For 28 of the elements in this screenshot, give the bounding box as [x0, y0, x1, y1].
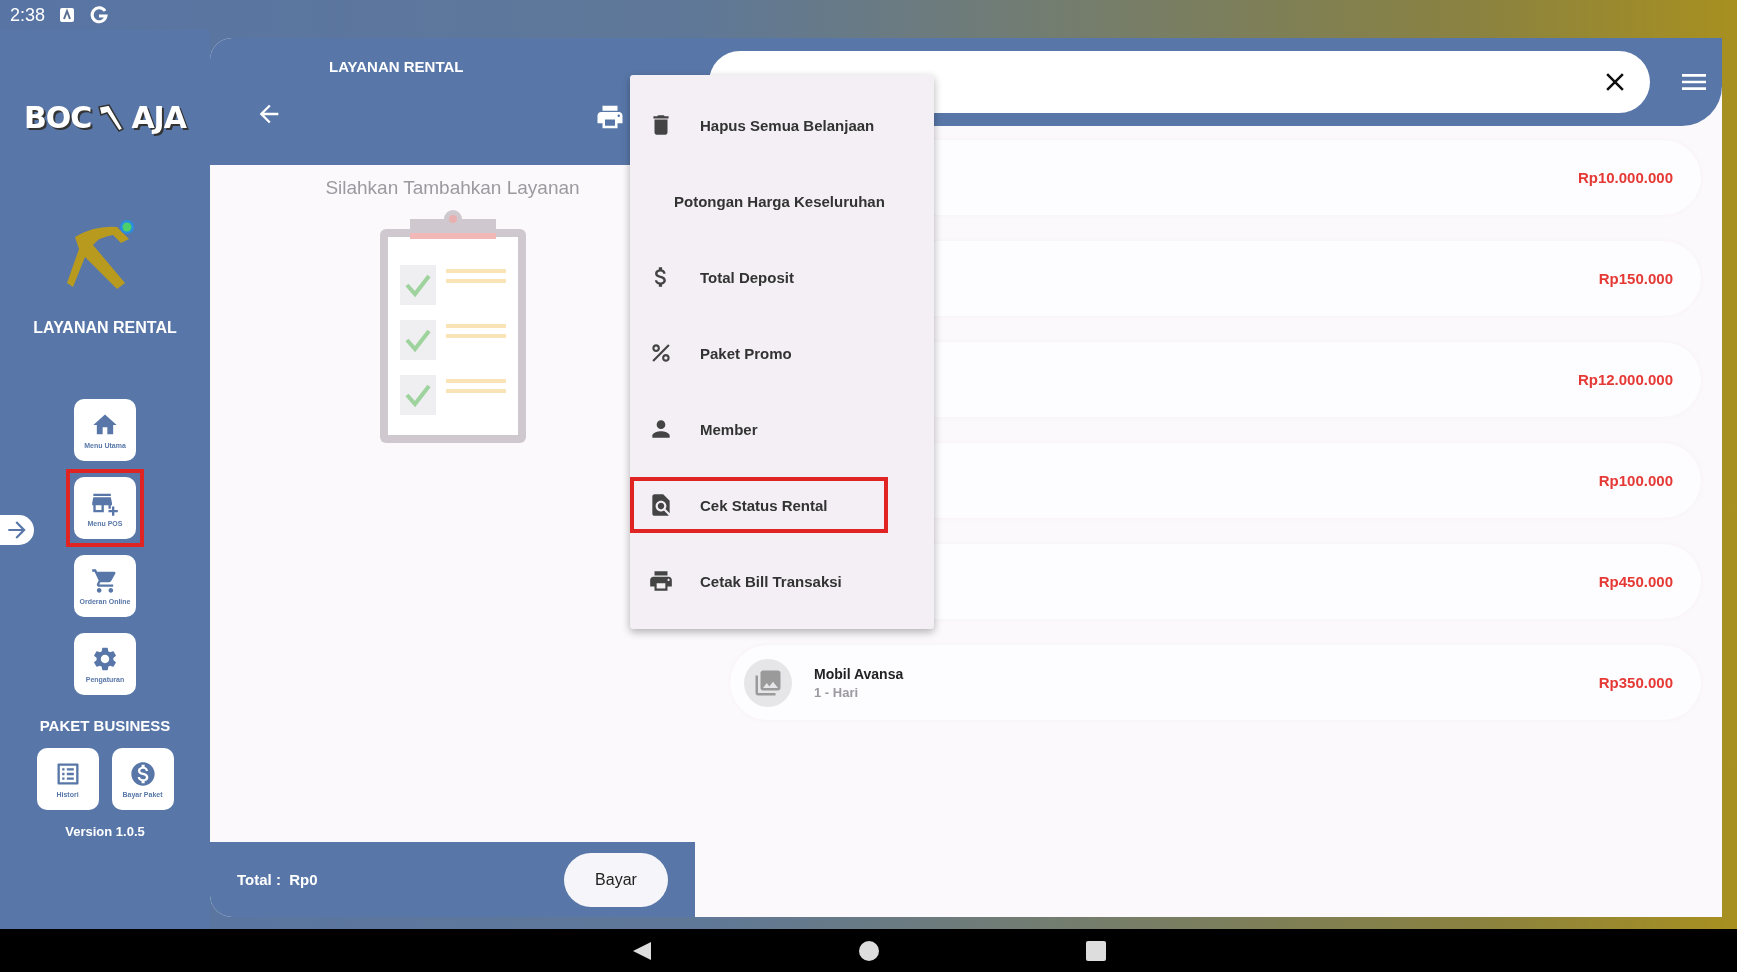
printer-icon — [648, 568, 674, 594]
product-price: Rp100.000 — [1598, 472, 1673, 489]
product-price: Rp12.000.000 — [1577, 371, 1673, 388]
status-time: 2:38 — [10, 4, 46, 26]
menu-item[interactable]: Cek Status Rental — [630, 477, 888, 533]
total-text: Total : Rp0 — [237, 871, 318, 888]
notification-icon — [89, 5, 110, 25]
product-price: Rp450.000 — [1598, 573, 1673, 590]
logo-text: BOC — [24, 100, 92, 135]
sidebar-title: LAYANAN RENTAL — [33, 319, 177, 337]
product-row[interactable]: Mobil Avansa 1 - Hari Rp350.000 — [730, 645, 1701, 720]
expand-button[interactable] — [0, 515, 34, 545]
empty-message: Silahkan Tambahkan Layanan — [325, 177, 580, 199]
product-price: Rp10.000.000 — [1577, 169, 1673, 186]
recents-nav-icon[interactable] — [1084, 939, 1107, 962]
cart-title: LAYANAN RENTAL — [328, 58, 465, 75]
product-price: Rp350.000 — [1598, 674, 1673, 691]
pay-button[interactable]: Bayar — [564, 852, 668, 907]
product-name: Mobil Avansa — [814, 665, 905, 682]
product-price: Rp150.000 — [1598, 270, 1673, 287]
home-nav-icon[interactable] — [857, 939, 880, 962]
section-title: PAKET BUSINESS — [39, 717, 171, 734]
product-duration: 1 - Hari — [814, 684, 860, 700]
dollar-icon — [128, 760, 157, 788]
version-text: Version 1.0.5 — [65, 824, 145, 839]
logo-text: AJA — [131, 100, 186, 135]
notification-icon — [59, 7, 76, 23]
settings-icon — [91, 645, 119, 673]
